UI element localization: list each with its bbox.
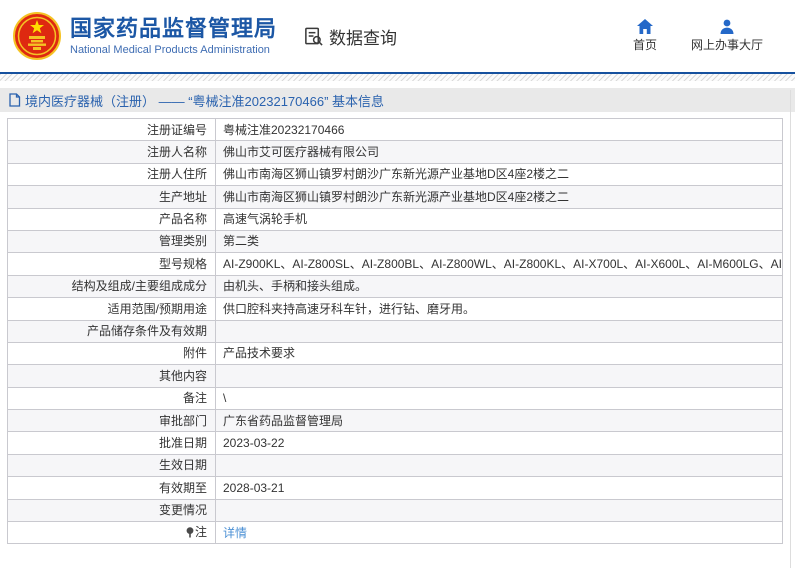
row-label: 注册证编号 (7, 117, 216, 142)
nav-online-service-hall[interactable]: 网上办事大厅 (691, 19, 763, 53)
row-label: 备注 (7, 386, 216, 411)
row-label: 结构及组成/主要组成成分 (7, 274, 216, 299)
row-value: 2028-03-21 (215, 476, 783, 500)
brand-text: 国家药品监督管理局 National Medical Products Admi… (70, 16, 277, 55)
page-edge-divider (790, 90, 791, 568)
table-row: 产品储存条件及有效期 (7, 319, 783, 343)
table-row: 注册证编号 粤械注准20232170466 (7, 117, 783, 142)
registration-info-table-wrap: 注册证编号 粤械注准20232170466 注册人名称 佛山市艾可医疗器械有限公… (7, 117, 783, 545)
table-row: 适用范围/预期用途 供口腔科夹持高速牙科车针，进行钻、磨牙用。 (7, 297, 783, 321)
national-emblem-icon (13, 12, 61, 60)
table-row: 生效日期 (7, 453, 783, 478)
registration-info-table: 注册证编号 粤械注准20232170466 注册人名称 佛山市艾可医疗器械有限公… (7, 117, 783, 545)
table-row: 其他内容 (7, 364, 783, 388)
table-row: 备注 \ (7, 386, 783, 411)
row-label: 批准日期 (7, 431, 216, 455)
row-label: 适用范围/预期用途 (7, 297, 216, 321)
table-row: 注册人名称 佛山市艾可医疗器械有限公司 (7, 140, 783, 164)
row-value: 佛山市艾可医疗器械有限公司 (215, 140, 783, 164)
nav-home[interactable]: 首页 (633, 19, 657, 53)
row-label: 产品储存条件及有效期 (7, 319, 216, 343)
row-value (215, 364, 783, 388)
row-label: 有效期至 (7, 476, 216, 500)
table-row: 批准日期 2023-03-22 (7, 431, 783, 455)
table-row: 注 详情 (7, 521, 783, 545)
details-link[interactable]: 详情 (223, 526, 247, 540)
row-label: 型号规格 (7, 252, 216, 276)
breadcrumb: 境内医疗器械（注册） —— “粤械注准20232170466” 基本信息 (0, 88, 795, 112)
row-value: 粤械注准20232170466 (215, 117, 783, 142)
row-label: 注 (7, 521, 216, 545)
row-value: 高速气涡轮手机 (215, 207, 783, 231)
row-value (215, 498, 783, 523)
site-title: 国家药品监督管理局 (70, 16, 278, 42)
table-row: 生产地址 佛山市南海区狮山镇罗村朗沙广东新光源产业基地D区4座2楼之二 (7, 185, 783, 209)
document-icon (9, 93, 21, 107)
row-label: 生效日期 (7, 453, 216, 478)
person-icon (720, 19, 734, 34)
home-icon (636, 19, 653, 34)
site-subtitle: National Medical Products Administration (70, 43, 270, 56)
note-label: 注 (194, 524, 207, 539)
breadcrumb-text: 境内医疗器械（注册） —— “粤械注准20232170466” 基本信息 (25, 93, 385, 109)
decorative-hatch-strip (0, 74, 795, 81)
row-label: 注册人住所 (7, 162, 216, 187)
table-row: 变更情况 (7, 498, 783, 523)
row-value: 第二类 (215, 229, 783, 254)
note-pin-icon (186, 526, 194, 541)
data-query-tab[interactable]: 数据查询 (303, 24, 397, 49)
row-value: 供口腔科夹持高速牙科车针，进行钻、磨牙用。 (215, 297, 783, 321)
row-value: 由机头、手柄和接头组成。 (215, 274, 783, 299)
data-query-label: 数据查询 (329, 28, 398, 48)
row-label: 生产地址 (7, 185, 216, 209)
nav-online-service-hall-label: 网上办事大厅 (690, 38, 763, 52)
row-value: AI-Z900KL、AI-Z800SL、AI-Z800BL、AI-Z800WL、… (215, 252, 783, 276)
row-value: 广东省药品监督管理局 (215, 409, 783, 433)
row-label: 附件 (7, 341, 216, 366)
row-label: 变更情况 (7, 498, 216, 523)
nav-home-label: 首页 (632, 38, 657, 52)
table-row: 审批部门 广东省药品监督管理局 (7, 409, 783, 433)
row-label: 审批部门 (7, 409, 216, 433)
table-row: 型号规格 AI-Z900KL、AI-Z800SL、AI-Z800BL、AI-Z8… (7, 252, 783, 276)
table-row: 有效期至 2028-03-21 (7, 476, 783, 500)
row-value: 产品技术要求 (215, 341, 783, 366)
row-value: 佛山市南海区狮山镇罗村朗沙广东新光源产业基地D区4座2楼之二 (215, 185, 783, 209)
row-value: 佛山市南海区狮山镇罗村朗沙广东新光源产业基地D区4座2楼之二 (215, 162, 783, 187)
table-row: 产品名称 高速气涡轮手机 (7, 207, 783, 231)
row-label: 其他内容 (7, 364, 216, 388)
row-value (215, 453, 783, 478)
row-label: 产品名称 (7, 207, 216, 231)
row-value: 2023-03-22 (215, 431, 783, 455)
site-header: 国家药品监督管理局 National Medical Products Admi… (0, 0, 795, 74)
header-nav: 首页 网上办事大厅 (633, 19, 763, 53)
row-label: 管理类别 (7, 229, 216, 254)
table-row: 注册人住所 佛山市南海区狮山镇罗村朗沙广东新光源产业基地D区4座2楼之二 (7, 162, 783, 187)
row-label: 注册人名称 (7, 140, 216, 164)
table-row: 结构及组成/主要组成成分 由机头、手柄和接头组成。 (7, 274, 783, 299)
row-value: \ (215, 386, 783, 411)
document-search-icon (305, 27, 323, 46)
table-row: 管理类别 第二类 (7, 229, 783, 254)
table-row: 附件 产品技术要求 (7, 341, 783, 366)
row-value (215, 319, 783, 343)
